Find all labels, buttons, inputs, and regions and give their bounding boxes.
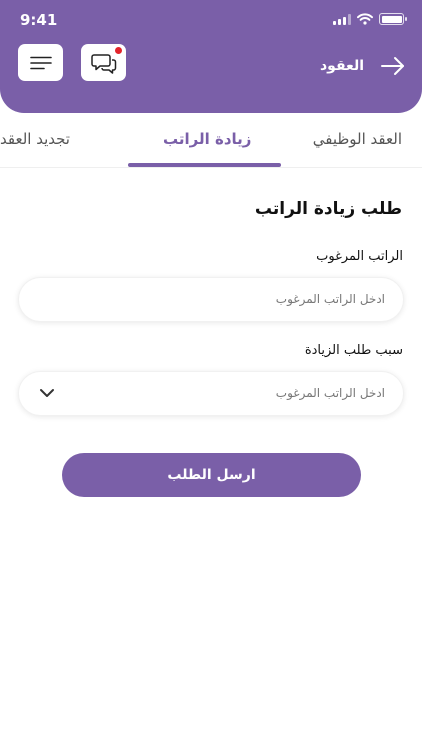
form-title: طلب زيادة الراتب bbox=[254, 199, 402, 219]
chat-bubbles-icon bbox=[90, 53, 116, 74]
tab-bar: العقد الوظيفي زيادة الراتب تجديد العقد bbox=[0, 113, 422, 168]
cellular-signal-icon bbox=[333, 13, 351, 25]
page-title: العقود bbox=[320, 58, 364, 74]
menu-button[interactable] bbox=[18, 44, 63, 81]
salary-placeholder: ادخل الراتب المرغوب bbox=[275, 292, 385, 306]
submit-request-button[interactable]: ارسل الطلب bbox=[62, 453, 361, 497]
wifi-icon bbox=[357, 13, 373, 25]
salary-label: الراتب المرغوب bbox=[316, 249, 403, 264]
status-time: 9:41 bbox=[20, 11, 58, 29]
reason-label: سبب طلب الزيادة bbox=[304, 343, 403, 358]
chat-button[interactable] bbox=[81, 44, 126, 81]
tab-salary-increase[interactable]: زيادة الراتب bbox=[163, 130, 251, 148]
chevron-down-icon bbox=[40, 389, 54, 397]
battery-icon bbox=[379, 13, 407, 25]
active-tab-indicator bbox=[128, 163, 281, 167]
tab-job-contract[interactable]: العقد الوظيفي bbox=[313, 130, 402, 148]
desired-salary-input[interactable]: ادخل الراتب المرغوب bbox=[18, 277, 404, 322]
hamburger-menu-icon bbox=[29, 56, 52, 69]
reason-selected-value: ادخل الراتب المرغوب bbox=[275, 386, 385, 400]
app-header: 9:41 العقود bbox=[0, 0, 422, 113]
reason-select[interactable]: ادخل الراتب المرغوب bbox=[18, 371, 404, 416]
status-icons bbox=[333, 13, 407, 25]
tab-contract-renewal[interactable]: تجديد العقد bbox=[0, 130, 70, 148]
notification-dot bbox=[115, 47, 122, 54]
arrow-right-icon[interactable] bbox=[380, 55, 406, 77]
